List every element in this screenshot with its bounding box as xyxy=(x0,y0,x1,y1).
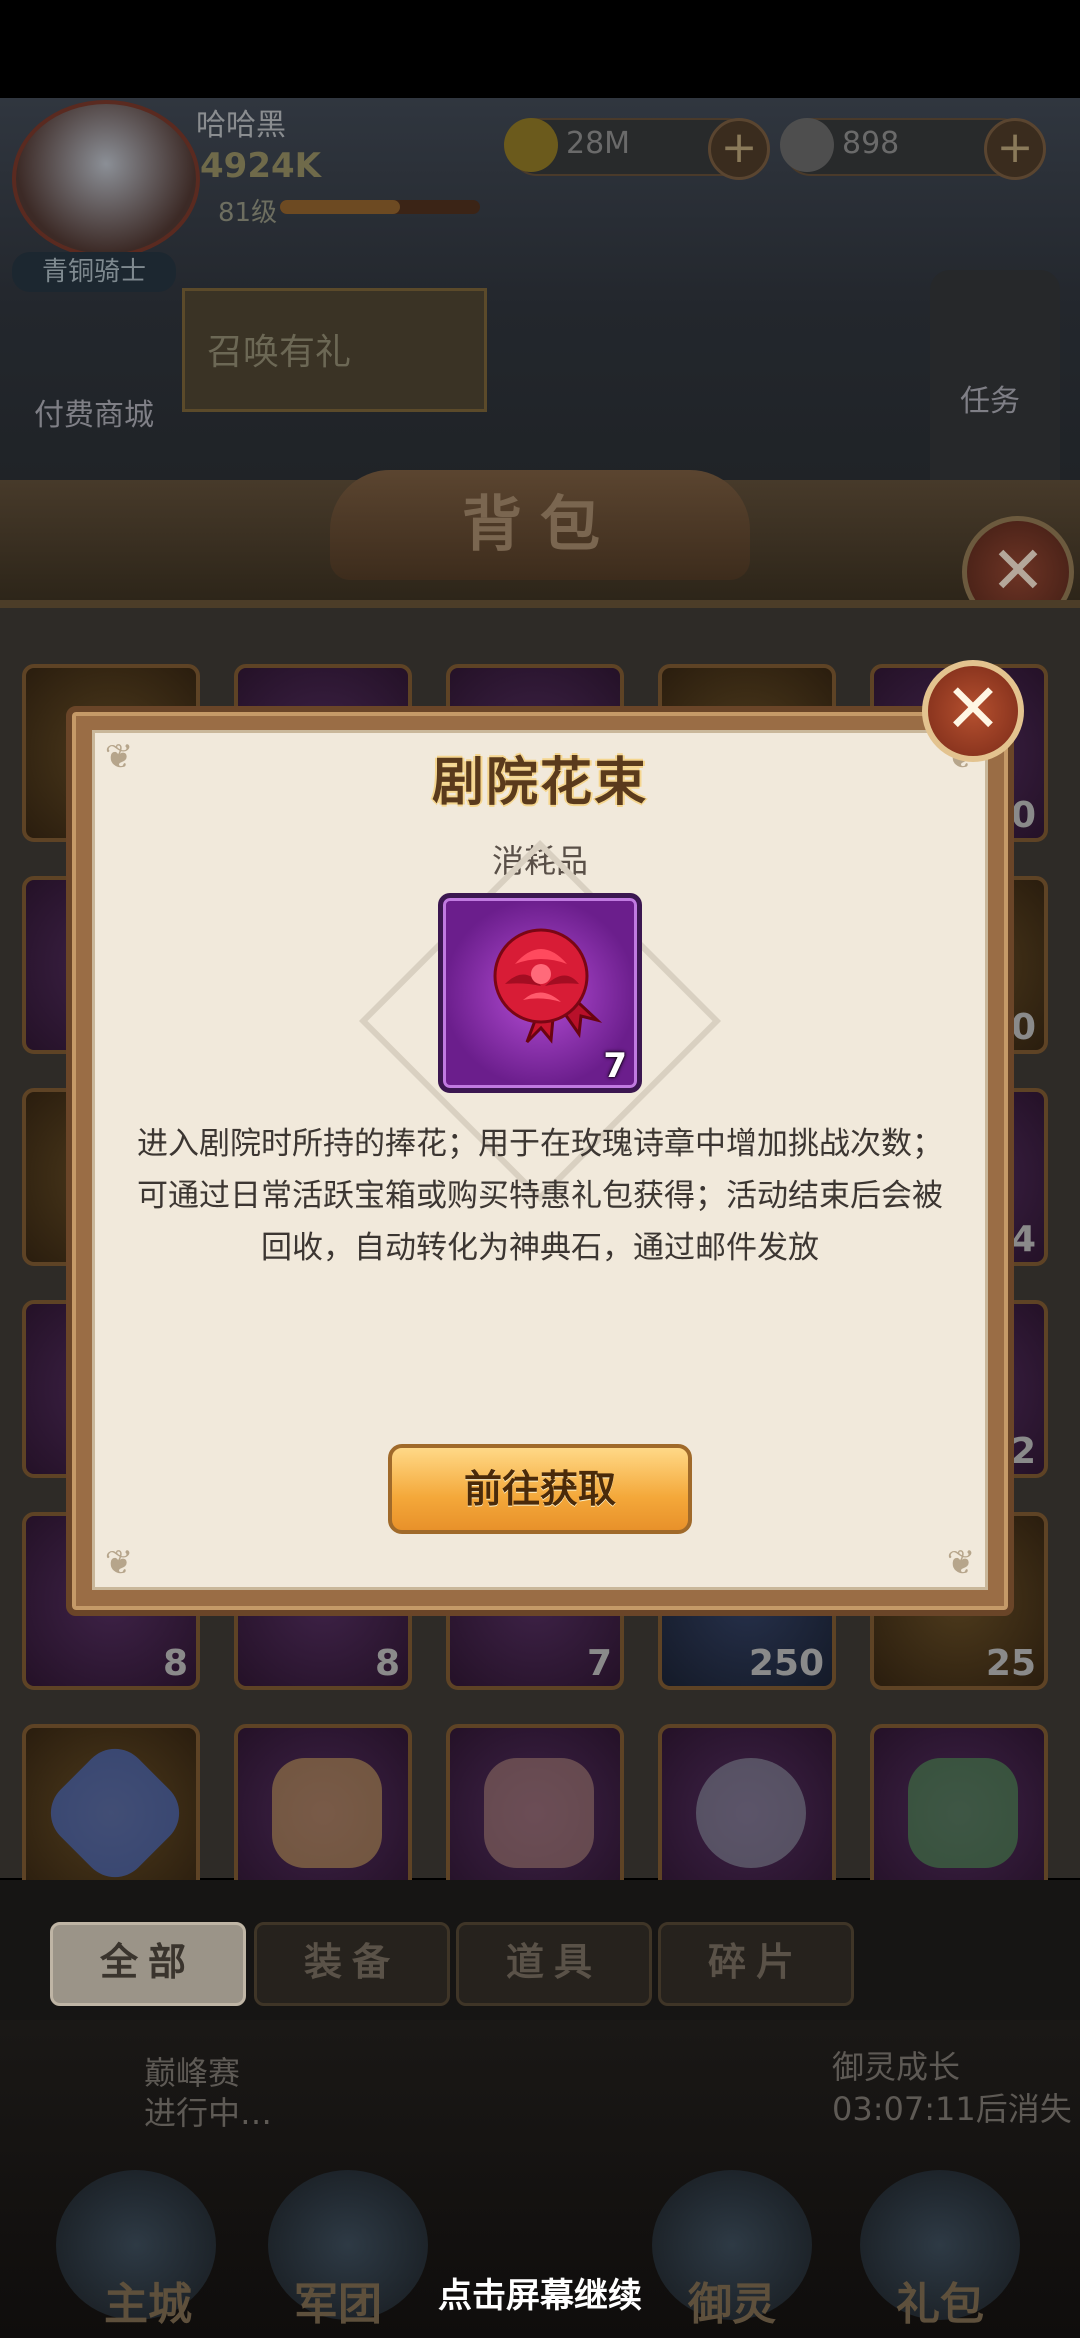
power-value: 4924K xyxy=(200,146,321,186)
bag-slot[interactable] xyxy=(22,1724,200,1902)
level-progress-bar xyxy=(280,200,480,214)
peak-event-status: 进行中… xyxy=(144,2094,273,2132)
rank-badge: 青铜骑士 xyxy=(12,252,176,292)
slot-count: 4 xyxy=(1010,1219,1036,1260)
bag-slot[interactable] xyxy=(234,1724,412,1902)
go-obtain-button[interactable]: 前往获取 xyxy=(388,1444,692,1534)
paid-shop-button[interactable]: 付费商城 xyxy=(34,390,154,434)
player-avatar[interactable] xyxy=(12,100,200,258)
gem-value: 898 xyxy=(842,126,900,161)
slot-count: 7 xyxy=(586,1643,612,1684)
bag-slot[interactable] xyxy=(870,1724,1048,1902)
gem-icon xyxy=(780,118,834,172)
bag-slot[interactable] xyxy=(658,1724,836,1902)
slot-count: 250 xyxy=(748,1643,824,1684)
task-button[interactable]: 任务 xyxy=(960,376,1020,420)
coin-icon xyxy=(696,1758,806,1868)
bag-title: 背包 xyxy=(330,470,750,580)
red-ribbon-bouquet-icon xyxy=(493,928,603,1044)
slot-count: 8 xyxy=(162,1643,188,1684)
tab-all[interactable]: 全部 xyxy=(50,1922,246,2006)
ticket-icon xyxy=(484,1758,594,1868)
summon-gift-banner[interactable]: 召唤有礼 xyxy=(182,288,487,412)
player-name: 哈哈黑 xyxy=(196,108,286,143)
slot-count: 25 xyxy=(985,1643,1036,1684)
item-description: 进入剧院时所持的捧花；用于在玫瑰诗章中增加挑战次数；可通过日常活跃宝箱或购买特惠… xyxy=(137,1126,943,1266)
corner-ornament-icon: ❦ xyxy=(946,1543,976,1583)
crystal-icon xyxy=(37,1735,193,1891)
status-bar xyxy=(0,0,1080,98)
tab-equipment[interactable]: 装备 xyxy=(254,1922,450,2006)
item-count: 7 xyxy=(603,1046,627,1086)
corner-ornament-icon: ❦ xyxy=(104,1543,134,1583)
modal-close-button[interactable]: ✕ xyxy=(922,660,1024,762)
bag-slot[interactable] xyxy=(446,1724,624,1902)
slot-count: 8 xyxy=(374,1643,400,1684)
item-title: 剧院花束 xyxy=(431,753,648,813)
growth-event-name[interactable]: 御灵成长 xyxy=(832,2042,960,2088)
tap-to-continue-hint[interactable]: 点击屏幕继续 xyxy=(0,2268,1080,2317)
banknote-icon xyxy=(908,1758,1018,1868)
add-gem-button[interactable]: + xyxy=(984,118,1046,180)
tab-fragments[interactable]: 碎片 xyxy=(658,1922,854,2006)
item-icon-frame: 7 xyxy=(438,893,642,1093)
growth-event-timer: 03:07:11后消失 xyxy=(832,2090,1072,2128)
add-gold-button[interactable]: + xyxy=(708,118,770,180)
scroll-icon xyxy=(272,1758,382,1868)
tab-items[interactable]: 道具 xyxy=(456,1922,652,2006)
gold-coin-icon xyxy=(504,118,558,172)
gold-value: 28M xyxy=(566,126,631,161)
player-level: 81级 xyxy=(218,198,278,228)
